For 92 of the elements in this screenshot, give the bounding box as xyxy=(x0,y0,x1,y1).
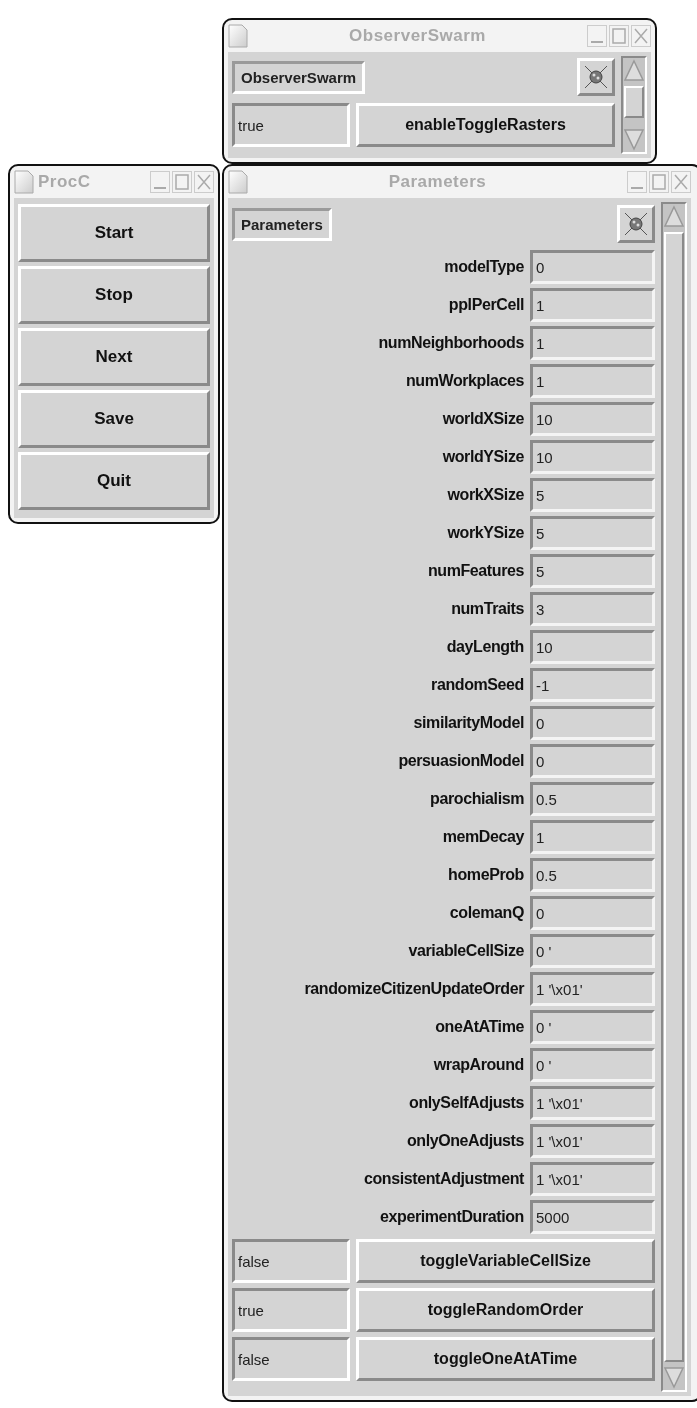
value-field[interactable]: 0 ' xyxy=(530,1010,655,1044)
value-field[interactable]: 0 xyxy=(530,250,655,284)
value-display: true xyxy=(232,1288,350,1332)
crossed-circle-icon xyxy=(623,211,649,237)
field-label: similarityModel xyxy=(412,714,524,732)
scroll-up-icon[interactable] xyxy=(623,58,645,84)
value-field[interactable]: 5 xyxy=(530,554,655,588)
maximize-icon[interactable] xyxy=(172,171,192,193)
field-label: randomizeCitizenUpdateOrder xyxy=(303,980,524,998)
value-field[interactable]: 0.5 xyxy=(530,858,655,892)
field-label: dayLength xyxy=(445,638,524,656)
field-label: worldXSize xyxy=(441,410,524,428)
field-label: experimentDuration xyxy=(379,1208,524,1226)
toggle-button[interactable]: enableToggleRasters xyxy=(356,103,615,147)
scrollbar[interactable] xyxy=(661,202,687,1392)
value-field[interactable]: 10 xyxy=(530,630,655,664)
field-label: numWorkplaces xyxy=(404,372,524,390)
crossed-circle-icon xyxy=(583,64,609,90)
field-label: workYSize xyxy=(446,524,524,542)
document-icon xyxy=(228,24,248,48)
control-button[interactable]: Next xyxy=(18,328,210,386)
field-label: onlyOneAdjusts xyxy=(405,1132,524,1150)
field-label: randomSeed xyxy=(430,676,524,694)
toggle-button[interactable]: toggleRandomOrder xyxy=(356,1288,655,1332)
value-display: false xyxy=(232,1337,350,1381)
field-label: wrapAround xyxy=(432,1056,524,1074)
toggle-button[interactable]: toggleOneAtATime xyxy=(356,1337,655,1381)
value-field[interactable]: 0 xyxy=(530,706,655,740)
value-field[interactable]: 1 '\x01' xyxy=(530,1162,655,1196)
field-label: memDecay xyxy=(441,828,524,846)
field-label: numFeatures xyxy=(426,562,524,580)
header-button[interactable]: Parameters xyxy=(232,207,332,241)
field-label: pplPerCell xyxy=(447,296,524,314)
header-button[interactable]: ObserverSwarm xyxy=(232,60,366,94)
field-label: onlySelfAdjusts xyxy=(408,1094,524,1112)
value-field[interactable]: 1 xyxy=(530,364,655,398)
value-field[interactable]: 1 '\x01' xyxy=(530,972,655,1006)
scrollbar[interactable] xyxy=(621,56,647,154)
field-label: parochialism xyxy=(429,790,524,808)
value-field[interactable]: -1 xyxy=(530,668,655,702)
maximize-icon[interactable] xyxy=(649,171,669,193)
scroll-up-icon[interactable] xyxy=(663,204,685,230)
window-title: ProcC xyxy=(38,172,91,192)
value-field[interactable]: 1 '\x01' xyxy=(530,1124,655,1158)
control-button[interactable]: Start xyxy=(18,204,210,262)
field-label: workXSize xyxy=(446,486,524,504)
probe-button[interactable] xyxy=(617,205,655,243)
field-label: numTraits xyxy=(450,600,524,618)
control-button[interactable]: Quit xyxy=(18,452,210,510)
toggle-button[interactable]: toggleVariableCellSize xyxy=(356,1239,655,1283)
value-field[interactable]: 5 xyxy=(530,516,655,550)
control-button[interactable]: Save xyxy=(18,390,210,448)
field-label: colemanQ xyxy=(448,904,524,922)
value-field[interactable]: 0 xyxy=(530,744,655,778)
value-field[interactable]: 1 xyxy=(530,288,655,322)
close-icon[interactable] xyxy=(631,25,651,47)
field-label: worldYSize xyxy=(441,448,524,466)
field-label: modelType xyxy=(443,258,524,276)
value-field[interactable]: 10 xyxy=(530,440,655,474)
minimize-icon[interactable] xyxy=(627,171,647,193)
value-field[interactable]: 1 '\x01' xyxy=(530,1086,655,1120)
field-label: homeProb xyxy=(447,866,524,884)
field-label: persuasionModel xyxy=(397,752,524,770)
scroll-down-icon[interactable] xyxy=(623,126,645,152)
value-field[interactable]: 0.5 xyxy=(530,782,655,816)
minimize-icon[interactable] xyxy=(150,171,170,193)
value-field[interactable]: 1 xyxy=(530,326,655,360)
window-title: ObserverSwarm xyxy=(348,26,487,46)
value-field[interactable]: 10 xyxy=(530,402,655,436)
close-icon[interactable] xyxy=(671,171,691,193)
window-title: Parameters xyxy=(387,172,488,192)
value-field[interactable]: 0 ' xyxy=(530,1048,655,1082)
value-field[interactable]: 0 xyxy=(530,896,655,930)
close-icon[interactable] xyxy=(194,171,214,193)
field-label: consistentAdjustment xyxy=(362,1170,524,1188)
document-icon xyxy=(14,170,34,194)
value-field[interactable]: 5000 xyxy=(530,1200,655,1234)
probe-button[interactable] xyxy=(577,58,615,96)
value-display: true xyxy=(232,103,350,147)
field-label: variableCellSize xyxy=(407,942,524,960)
maximize-icon[interactable] xyxy=(609,25,629,47)
field-label: oneAtATime xyxy=(434,1018,524,1036)
field-label: numNeighborhoods xyxy=(377,334,524,352)
minimize-icon[interactable] xyxy=(587,25,607,47)
value-display: false xyxy=(232,1239,350,1283)
value-field[interactable]: 0 ' xyxy=(530,934,655,968)
value-field[interactable]: 5 xyxy=(530,478,655,512)
scroll-down-icon[interactable] xyxy=(663,1364,685,1390)
value-field[interactable]: 3 xyxy=(530,592,655,626)
control-button[interactable]: Stop xyxy=(18,266,210,324)
value-field[interactable]: 1 xyxy=(530,820,655,854)
document-icon xyxy=(228,170,248,194)
